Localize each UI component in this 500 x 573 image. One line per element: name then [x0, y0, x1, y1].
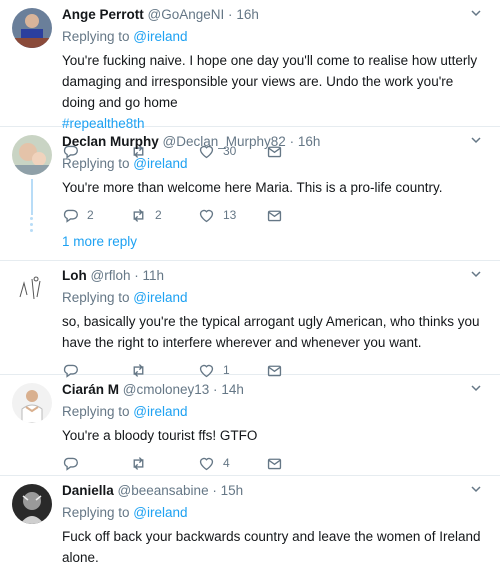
- replying-to: Replying to @ireland: [62, 155, 488, 173]
- retweet-icon: [133, 456, 144, 470]
- reply-button[interactable]: 2: [62, 207, 130, 224]
- message-button[interactable]: [266, 207, 334, 224]
- author-handle[interactable]: @beeansabine: [118, 483, 209, 498]
- tweet[interactable]: Ciarán M @cmoloney13 · 14h Replying to @…: [0, 375, 500, 476]
- separator-dot: ·: [228, 7, 233, 22]
- replying-prefix: Replying to: [62, 404, 134, 419]
- timestamp[interactable]: 16h: [298, 134, 321, 149]
- retweet-button[interactable]: 2: [130, 207, 198, 224]
- thread-line: [31, 179, 33, 215]
- tweet-text: You're fucking naive. I hope one day you…: [62, 50, 488, 134]
- replying-prefix: Replying to: [62, 156, 134, 171]
- author-handle[interactable]: @cmoloney13: [123, 382, 210, 397]
- like-button[interactable]: 4: [198, 455, 266, 472]
- mention-link[interactable]: @ireland: [133, 290, 187, 305]
- tweet-header: Loh @rfloh · 11h: [62, 267, 488, 285]
- reply-button[interactable]: [62, 455, 130, 472]
- mention-link[interactable]: @ireland: [133, 29, 187, 44]
- author-handle[interactable]: @rfloh: [91, 268, 131, 283]
- tweet-text: Fuck off back your backwards country and…: [62, 529, 481, 565]
- author-handle[interactable]: @Declan_Murphy82: [163, 134, 286, 149]
- replying-to: Replying to @ireland: [62, 504, 488, 522]
- separator-dot: ·: [212, 483, 217, 498]
- mention-link[interactable]: @ireland: [133, 404, 187, 419]
- like-button[interactable]: 13: [198, 207, 266, 224]
- tweet-body: You're fucking naive. I hope one day you…: [62, 53, 478, 110]
- tweet-header: Declan Murphy @Declan_Murphy82 · 16h: [62, 133, 488, 151]
- tweet-text: You're a bloody tourist ffs! GTFO: [62, 428, 258, 443]
- message-icon: [267, 210, 282, 221]
- chevron-down-icon[interactable]: [470, 267, 482, 279]
- avatar[interactable]: [12, 135, 52, 175]
- tweet-header: Ange Perrott @GoAngeNI · 16h: [62, 6, 488, 24]
- timestamp[interactable]: 15h: [221, 483, 244, 498]
- message-button[interactable]: [266, 455, 334, 472]
- timestamp[interactable]: 16h: [236, 7, 259, 22]
- chevron-down-icon[interactable]: [470, 381, 482, 393]
- action-bar: 4: [62, 448, 488, 478]
- retweet-count: 2: [155, 208, 162, 222]
- separator-dot: ·: [289, 134, 295, 149]
- author-name[interactable]: Declan Murphy: [62, 134, 159, 149]
- retweet-icon: [133, 208, 144, 222]
- more-replies-link[interactable]: 1 more reply: [62, 234, 488, 263]
- tweet[interactable]: Loh @rfloh · 11h Replying to @ireland so…: [0, 261, 500, 378]
- reply-feed: Ange Perrott @GoAngeNI · 16h Replying to…: [0, 0, 500, 573]
- reply-icon: [63, 209, 78, 223]
- mention-link[interactable]: @ireland: [133, 505, 187, 520]
- tweet[interactable]: Ange Perrott @GoAngeNI · 16h Replying to…: [0, 0, 500, 159]
- tweet-text: so, basically you're the typical arrogan…: [62, 314, 480, 350]
- replying-prefix: Replying to: [62, 29, 134, 44]
- author-name[interactable]: Ange Perrott: [62, 7, 144, 22]
- like-icon: [199, 457, 214, 470]
- avatar[interactable]: [12, 383, 52, 423]
- tweet-header: Ciarán M @cmoloney13 · 14h: [62, 381, 488, 399]
- avatar[interactable]: [12, 269, 52, 309]
- tweet[interactable]: Daniella @beeansabine · 15h Replying to …: [0, 476, 500, 573]
- message-icon: [267, 458, 282, 469]
- reply-icon: [63, 457, 78, 471]
- separator-dot: ·: [134, 268, 139, 283]
- chevron-down-icon[interactable]: [470, 133, 482, 145]
- chevron-down-icon[interactable]: [470, 6, 482, 18]
- like-count: 13: [223, 208, 237, 222]
- tweet-header: Daniella @beeansabine · 15h: [62, 482, 488, 500]
- replying-prefix: Replying to: [62, 505, 134, 520]
- separator-dot: ·: [213, 382, 218, 397]
- author-name[interactable]: Daniella: [62, 483, 114, 498]
- author-name[interactable]: Loh: [62, 268, 87, 283]
- replying-to: Replying to @ireland: [62, 28, 488, 46]
- author-handle[interactable]: @GoAngeNI: [148, 7, 225, 22]
- mention-link[interactable]: @ireland: [133, 156, 187, 171]
- replying-to: Replying to @ireland: [62, 289, 488, 307]
- replying-to: Replying to @ireland: [62, 403, 488, 421]
- replying-prefix: Replying to: [62, 290, 134, 305]
- timestamp[interactable]: 11h: [143, 268, 165, 283]
- tweet-text: You're more than welcome here Maria. Thi…: [62, 180, 443, 195]
- action-bar: 2 2 13: [62, 200, 488, 230]
- reply-count: 2: [87, 208, 94, 222]
- thread-dots: [30, 217, 33, 235]
- like-icon: [199, 209, 214, 222]
- author-name[interactable]: Ciarán M: [62, 382, 119, 397]
- retweet-button[interactable]: [130, 455, 198, 472]
- like-count: 4: [223, 456, 230, 470]
- chevron-down-icon[interactable]: [470, 482, 482, 494]
- avatar[interactable]: [12, 484, 52, 524]
- timestamp[interactable]: 14h: [221, 382, 244, 397]
- avatar[interactable]: [12, 8, 52, 48]
- tweet[interactable]: Declan Murphy @Declan_Murphy82 · 16h Rep…: [0, 127, 500, 261]
